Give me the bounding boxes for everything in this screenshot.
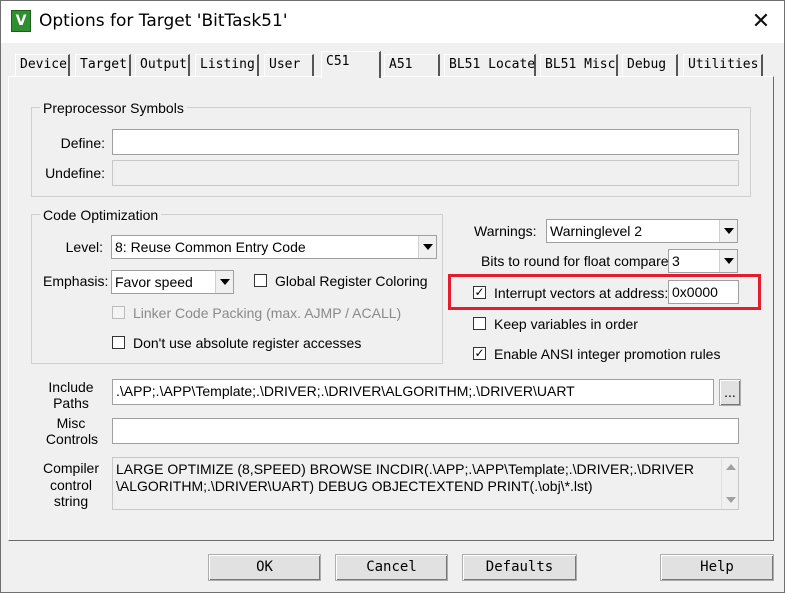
linker-packing-checkbox[interactable] [112, 306, 125, 319]
include-paths-label-line-1: Include [48, 379, 94, 395]
emphasis-select[interactable]: Favor speed [111, 270, 234, 294]
tab-bl51-locate[interactable]: BL51 Locate [444, 54, 536, 76]
cancel-button[interactable]: Cancel [335, 554, 448, 581]
include-paths-label-line-2: Paths [53, 395, 89, 411]
tab-listing[interactable]: Listing [195, 54, 259, 76]
chevron-down-icon [719, 250, 737, 272]
keep-variables-label: Keep variables in order [494, 316, 638, 332]
include-paths-input[interactable]: .\APP;.\APP\Template;.\DRIVER;.\DRIVER\A… [112, 379, 714, 405]
keil-app-icon: V [11, 10, 31, 32]
tab-target[interactable]: Target [75, 54, 131, 76]
define-input[interactable] [112, 129, 739, 155]
warnings-select-value: Warninglevel 2 [550, 223, 643, 239]
level-select[interactable]: 8: Reuse Common Entry Code [111, 235, 437, 259]
tab-debug[interactable]: Debug [622, 54, 678, 76]
ansi-promotion-checkbox[interactable]: ✓ [473, 347, 486, 360]
tab-c51[interactable]: C51 [321, 51, 381, 78]
close-button[interactable]: ✕ [741, 5, 781, 39]
global-register-checkbox[interactable] [254, 274, 267, 287]
compiler-control-line-2: \ALGORITHM;.\DRIVER\UART) DEBUG OBJECTEX… [116, 478, 593, 494]
help-button[interactable]: Help [660, 554, 774, 581]
undefine-input[interactable] [112, 160, 739, 186]
defaults-button[interactable]: Defaults [462, 554, 577, 581]
no-absolute-register-checkbox[interactable] [112, 336, 125, 349]
keep-variables-checkbox[interactable] [473, 317, 486, 330]
warnings-label: Warnings: [474, 223, 537, 239]
misc-controls-input[interactable] [112, 418, 739, 444]
emphasis-label: Emphasis: [43, 273, 109, 289]
bits-round-select-value: 3 [672, 253, 680, 269]
tab-device[interactable]: Device [15, 54, 70, 76]
chevron-down-icon [215, 271, 233, 293]
warnings-select[interactable]: Warninglevel 2 [546, 219, 738, 243]
global-register-label: Global Register Coloring [275, 273, 428, 289]
define-label: Define: [60, 135, 105, 151]
tab-a51[interactable]: A51 [384, 54, 440, 76]
options-dialog: V Options for Target 'BitTask51' ✕ Devic… [0, 0, 785, 593]
title-bar[interactable]: V Options for Target 'BitTask51' ✕ [1, 1, 784, 43]
tab-user[interactable]: User [264, 54, 314, 76]
linker-packing-label: Linker Code Packing (max. AJMP / ACALL) [133, 305, 402, 321]
close-icon: ✕ [751, 9, 771, 34]
check-icon: ✓ [474, 346, 485, 360]
tab-bl51-misc[interactable]: BL51 Misc [540, 54, 618, 76]
compiler-control-label-line-1: Compiler [42, 460, 99, 476]
compiler-control-scrollbar[interactable] [721, 458, 738, 509]
scroll-up-icon [726, 464, 736, 470]
highlight-annotation [448, 274, 761, 310]
bits-round-select[interactable]: 3 [668, 249, 738, 273]
level-select-value: 8: Reuse Common Entry Code [115, 239, 306, 255]
compiler-control-line-1: LARGE OPTIMIZE (8,SPEED) BROWSE INCDIR(.… [116, 461, 695, 477]
scroll-down-icon [726, 497, 736, 503]
compiler-control-label-line-2: control [49, 477, 93, 493]
undefine-label: Undefine: [45, 165, 105, 181]
ok-button[interactable]: OK [208, 554, 321, 581]
bits-round-label: Bits to round for float compare: [481, 253, 673, 269]
code-optimization-group-title: Code Optimization [40, 207, 162, 223]
preprocessor-group-title: Preprocessor Symbols [40, 100, 187, 116]
misc-controls-label-line-1: Misc [56, 415, 86, 431]
browse-include-paths-button[interactable]: ... [719, 379, 741, 406]
tab-output[interactable]: Output [135, 54, 190, 76]
no-absolute-register-label: Don't use absolute register accesses [133, 335, 362, 351]
level-label: Level: [65, 239, 103, 255]
compiler-control-string-box[interactable]: LARGE OPTIMIZE (8,SPEED) BROWSE INCDIR(.… [112, 457, 739, 510]
misc-controls-label-line-2: Controls [45, 431, 99, 447]
ansi-promotion-label: Enable ANSI integer promotion rules [494, 346, 721, 362]
tab-utilities[interactable]: Utilities [683, 54, 763, 76]
window-title: Options for Target 'BitTask51' [39, 11, 288, 31]
emphasis-select-value: Favor speed [115, 274, 193, 290]
chevron-down-icon [418, 236, 436, 258]
chevron-down-icon [719, 220, 737, 242]
compiler-control-label-line-3: string [53, 493, 89, 509]
